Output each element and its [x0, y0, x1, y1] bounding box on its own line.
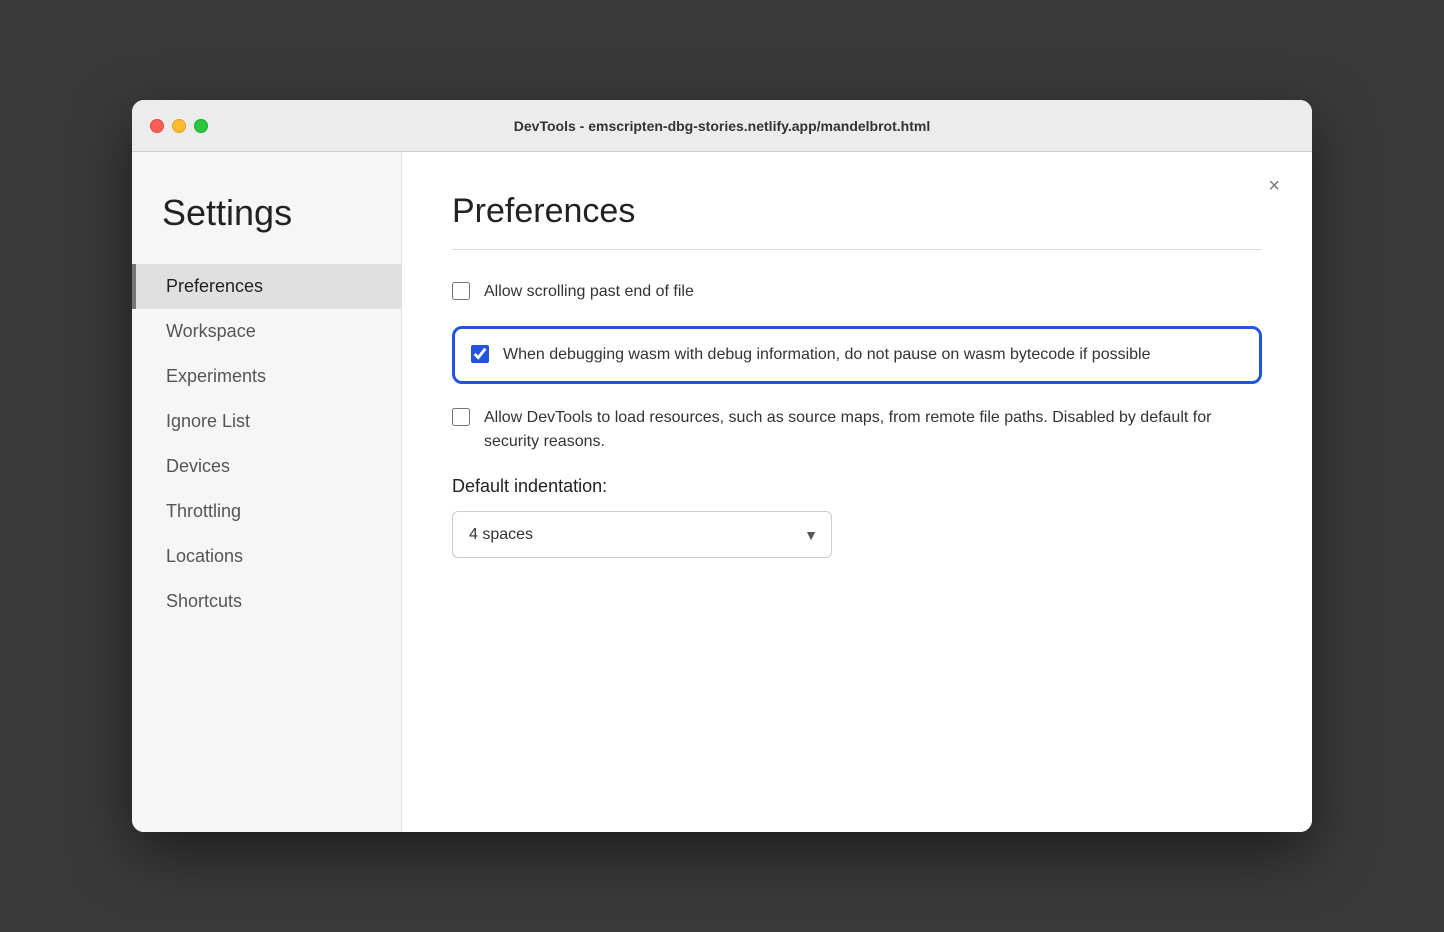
- sidebar-heading: Settings: [132, 192, 401, 264]
- divider: [452, 249, 1262, 250]
- sidebar-item-workspace[interactable]: Workspace: [132, 309, 401, 354]
- remote-file-paths-label: Allow DevTools to load resources, such a…: [484, 406, 1262, 454]
- indentation-section: Default indentation: 2 spaces 4 spaces 8…: [452, 476, 1262, 558]
- minimize-traffic-light[interactable]: [172, 119, 186, 133]
- wasm-debug-label: When debugging wasm with debug informati…: [503, 343, 1151, 367]
- window-body: Settings Preferences Workspace Experimen…: [132, 152, 1312, 832]
- indentation-dropdown-wrapper: 2 spaces 4 spaces 8 spaces Tab character…: [452, 511, 832, 558]
- setting-row-wasm: When debugging wasm with debug informati…: [452, 326, 1262, 384]
- remote-file-paths-checkbox[interactable]: [452, 408, 470, 426]
- main-content: × Preferences Allow scrolling past end o…: [402, 152, 1312, 832]
- sidebar-item-preferences[interactable]: Preferences: [132, 264, 401, 309]
- close-traffic-light[interactable]: [150, 119, 164, 133]
- indentation-dropdown[interactable]: 2 spaces 4 spaces 8 spaces Tab character: [452, 511, 832, 558]
- window-title: DevTools - emscripten-dbg-stories.netlif…: [514, 118, 930, 134]
- sidebar: Settings Preferences Workspace Experimen…: [132, 152, 402, 832]
- title-bar: DevTools - emscripten-dbg-stories.netlif…: [132, 100, 1312, 152]
- traffic-lights: [150, 119, 208, 133]
- mac-window: DevTools - emscripten-dbg-stories.netlif…: [132, 100, 1312, 832]
- maximize-traffic-light[interactable]: [194, 119, 208, 133]
- scroll-past-end-checkbox[interactable]: [452, 282, 470, 300]
- sidebar-item-shortcuts[interactable]: Shortcuts: [132, 579, 401, 624]
- wasm-debug-checkbox[interactable]: [471, 345, 489, 363]
- sidebar-item-locations[interactable]: Locations: [132, 534, 401, 579]
- close-button[interactable]: ×: [1260, 172, 1288, 200]
- sidebar-item-throttling[interactable]: Throttling: [132, 489, 401, 534]
- indentation-label: Default indentation:: [452, 476, 1262, 497]
- sidebar-item-devices[interactable]: Devices: [132, 444, 401, 489]
- sidebar-item-ignore-list[interactable]: Ignore List: [132, 399, 401, 444]
- content-title: Preferences: [452, 192, 1262, 231]
- setting-row-scroll: Allow scrolling past end of file: [452, 280, 1262, 304]
- sidebar-item-experiments[interactable]: Experiments: [132, 354, 401, 399]
- scroll-past-end-label: Allow scrolling past end of file: [484, 280, 694, 304]
- setting-row-remote: Allow DevTools to load resources, such a…: [452, 406, 1262, 454]
